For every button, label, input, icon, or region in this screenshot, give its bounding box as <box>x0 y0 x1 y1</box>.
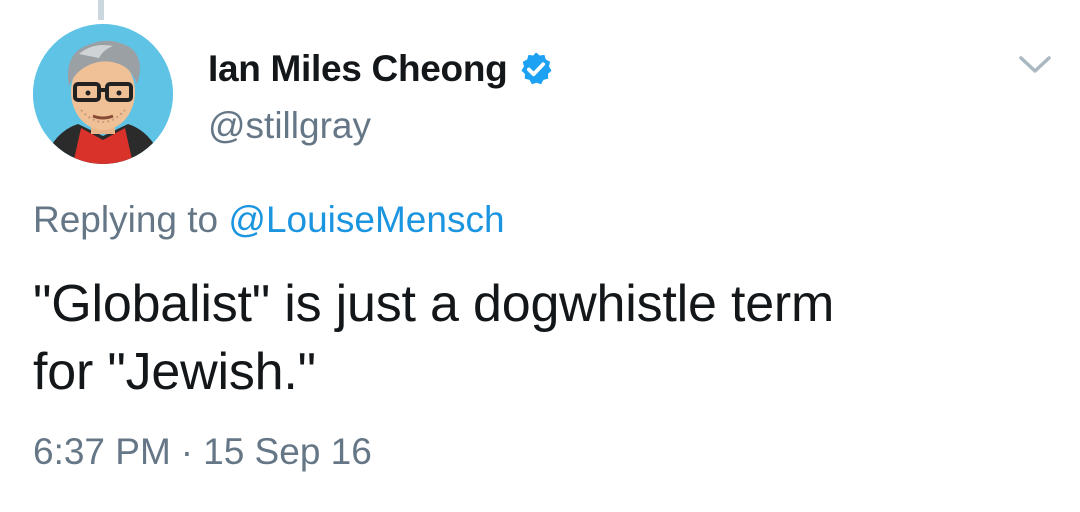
author-handle[interactable]: @stillgray <box>208 105 371 147</box>
timestamp-separator: · <box>180 431 194 472</box>
tweet-text: "Globalist" is just a dogwhistle term fo… <box>33 270 1043 406</box>
reply-mention-link[interactable]: @LouiseMensch <box>228 199 504 240</box>
chevron-down-icon[interactable] <box>1015 52 1055 76</box>
avatar[interactable] <box>33 24 173 164</box>
tweet-time: 6:37 PM <box>33 431 171 472</box>
tweet-text-line: for "Jewish." <box>33 343 316 401</box>
replying-to-line: Replying to @LouiseMensch <box>33 199 505 241</box>
verified-badge-icon <box>521 52 552 85</box>
thread-connector-line <box>98 0 104 20</box>
author-name-row: Ian Miles Cheong <box>208 46 555 92</box>
tweet-text-line: "Globalist" is just a dogwhistle term <box>33 275 835 333</box>
cartoon-avatar-icon <box>33 24 173 164</box>
tweet-date: 15 Sep 16 <box>203 431 372 472</box>
replying-to-label: Replying to <box>33 199 219 240</box>
tweet-timestamp[interactable]: 6:37 PM · 15 Sep 16 <box>33 431 372 473</box>
author-display-name[interactable]: Ian Miles Cheong <box>208 48 508 90</box>
